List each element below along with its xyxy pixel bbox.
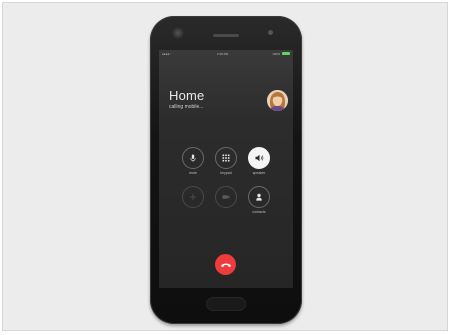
speaker-icon: [255, 154, 263, 162]
contacts-button[interactable]: [248, 186, 270, 208]
phone-device: ●●●●○ 2:30 PM 100% Home calling mobile..…: [150, 16, 302, 324]
contacts-label: contacts: [252, 210, 266, 214]
home-button[interactable]: [206, 297, 246, 311]
speaker-label: speaker: [252, 171, 266, 175]
video-camera-icon: [222, 195, 230, 199]
battery-icon: [282, 52, 290, 55]
plus-icon: [190, 194, 196, 200]
mute-button[interactable]: [182, 147, 204, 169]
keypad-button[interactable]: [215, 147, 237, 169]
keypad-icon: [222, 154, 230, 162]
signal-strength: ●●●●○: [162, 52, 172, 56]
avatar: [267, 90, 288, 111]
mute-label: mute: [189, 171, 197, 175]
speaker-button[interactable]: [248, 147, 270, 169]
caller-name: Home: [169, 88, 205, 103]
proximity-sensor: [172, 27, 184, 39]
add-call-button[interactable]: [182, 186, 204, 208]
end-call-button[interactable]: [215, 254, 236, 275]
keypad-label: keypad: [220, 171, 232, 175]
status-bar: ●●●●○ 2:30 PM 100%: [159, 50, 293, 58]
video-call-button[interactable]: [215, 186, 237, 208]
call-status: calling mobile...: [169, 104, 204, 110]
earpiece-speaker: [213, 34, 239, 37]
front-camera: [268, 30, 273, 35]
person-icon: [256, 193, 262, 201]
battery-percent: 100%: [272, 52, 280, 56]
microphone-icon: [190, 154, 196, 162]
hang-up-icon: [220, 262, 231, 267]
status-time: 2:30 PM: [217, 52, 229, 56]
phone-screen: ●●●●○ 2:30 PM 100% Home calling mobile..…: [159, 50, 293, 288]
